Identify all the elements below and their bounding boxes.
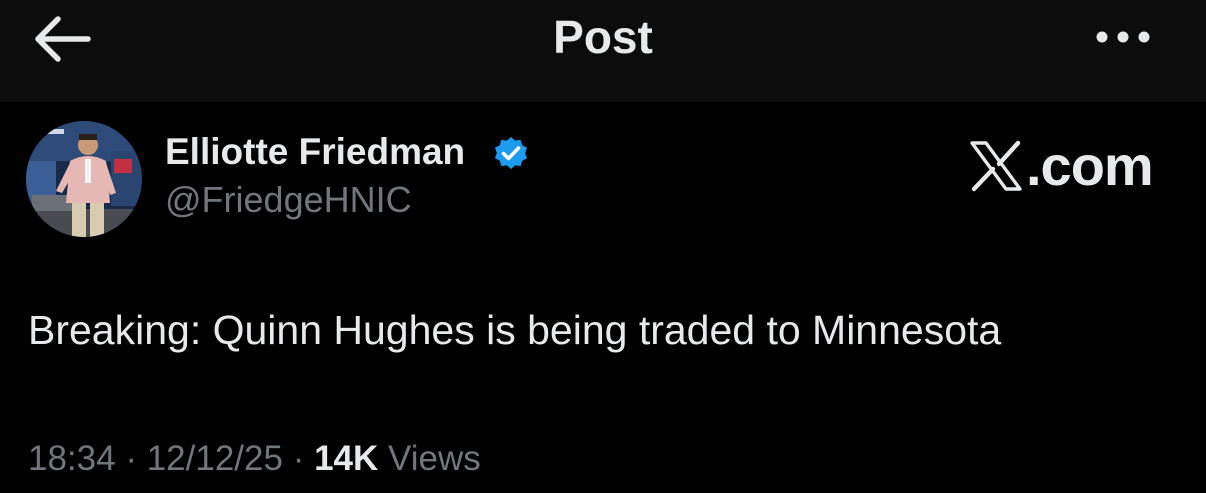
- meta-separator: ·: [292, 439, 305, 478]
- meta-separator: ·: [125, 439, 137, 478]
- x-com-watermark: X .com: [968, 134, 1154, 197]
- x-logo-icon: X: [970, 140, 1022, 192]
- author-display-name[interactable]: Elliotte Friedman: [165, 128, 465, 176]
- verified-badge-icon: [492, 135, 530, 173]
- tweet-time[interactable]: 18:34: [28, 439, 116, 478]
- avatar[interactable]: [26, 121, 142, 237]
- more-horizontal-icon: [1096, 31, 1150, 43]
- tweet-meta: 18:34 · 12/12/25 · 14K Views: [28, 436, 481, 482]
- watermark-text: .com: [1026, 134, 1154, 197]
- author-handle[interactable]: @FriedgeHNIC: [165, 176, 412, 224]
- tweet-text: Breaking: Quinn Hughes is being traded t…: [28, 307, 1002, 353]
- views-count[interactable]: 14K: [314, 439, 378, 478]
- avatar-photo: [26, 121, 142, 237]
- top-bar: Post: [0, 0, 1206, 102]
- more-options-button[interactable]: [1090, 22, 1156, 52]
- tweet-date[interactable]: 12/12/25: [147, 439, 283, 478]
- page-title: Post: [553, 11, 653, 63]
- views-label[interactable]: Views: [388, 439, 481, 478]
